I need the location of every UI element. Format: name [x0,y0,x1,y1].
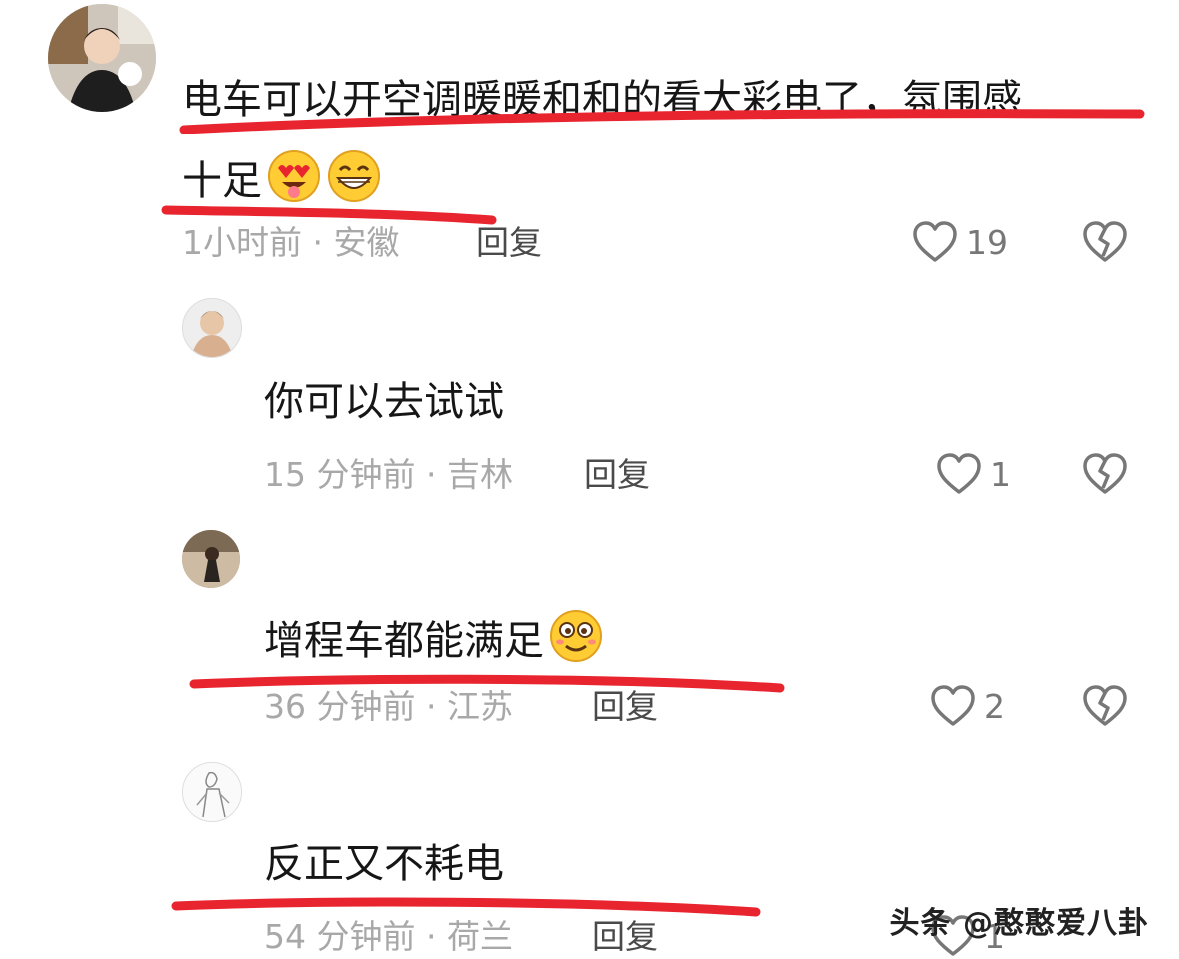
comment-text: 反正又不耗电 [264,841,504,887]
silly-emoji [550,610,602,662]
like-button[interactable]: 19 [912,220,1008,264]
comment-text: 电车可以开空调暖暖和和的看大彩电了，氛围感 [182,80,1022,120]
heart-eyes-tongue-emoji [268,150,320,202]
comment-location: 荷兰 [446,917,513,956]
comment-meta: 36 分钟前 · 江苏 [264,687,513,726]
like-count: 1 [990,454,1011,494]
comment-time: 15 分钟前 [264,455,416,494]
comment-time: 1小时前 [182,223,302,262]
comment-text: 增程车都能满足 [264,608,604,664]
like-button[interactable]: 1 [936,452,1011,496]
comment-text-line2: 十足 [182,148,382,204]
comment-location: 吉林 [446,455,513,494]
heart-outline-icon [931,685,975,726]
comment-text-line: 电车可以开空调暖暖和和的看大彩电了，氛围感 [182,77,1022,123]
comment-meta: 54 分钟前 · 荷兰 [264,917,513,956]
broken-heart-icon[interactable] [1082,452,1128,496]
comment-location: 江苏 [446,687,513,726]
avatar[interactable] [48,4,156,112]
avatar[interactable] [182,762,242,822]
reply-button[interactable]: 回复 [592,920,658,953]
avatar[interactable] [182,298,242,358]
like-count: 2 [984,686,1005,726]
comment-meta: 1小时前 · 安徽 [182,223,400,262]
avatar[interactable] [182,530,240,588]
comment-location: 安徽 [333,223,400,262]
broken-heart-icon[interactable] [1082,684,1128,728]
comment-time: 36 分钟前 [264,687,416,726]
reply-button[interactable]: 回复 [592,690,658,723]
reply-button[interactable]: 回复 [584,458,650,491]
comment-meta: 15 分钟前 · 吉林 [264,455,513,494]
like-button[interactable]: 2 [930,684,1005,728]
heart-outline-icon [913,221,957,262]
heart-outline-icon [937,453,981,494]
broken-heart-icon[interactable] [1082,220,1128,264]
comment-time: 54 分钟前 [264,917,416,956]
comment-text: 你可以去试试 [264,379,504,425]
grin-emoji [328,150,380,202]
reply-button[interactable]: 回复 [476,226,542,259]
like-count: 19 [966,222,1008,262]
watermark: 头条 @憨憨爱八卦 [889,906,1149,941]
